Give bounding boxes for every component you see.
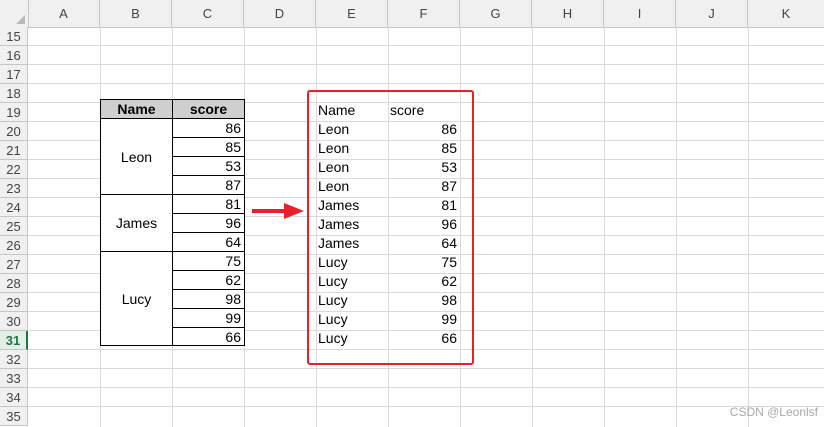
row-header[interactable]: 18 bbox=[0, 84, 28, 103]
row-header[interactable]: 19 bbox=[0, 103, 28, 122]
left-table-merged-name-lucy[interactable]: Lucy bbox=[100, 251, 173, 346]
merged-name-label: Leon bbox=[120, 148, 153, 165]
left-table-score-cell[interactable]: 85 bbox=[172, 137, 245, 157]
left-table-score-cell[interactable]: 62 bbox=[172, 270, 245, 290]
select-all-icon bbox=[16, 15, 25, 24]
column-header-j[interactable]: J bbox=[676, 0, 748, 27]
row-header[interactable]: 35 bbox=[0, 407, 28, 426]
merged-name-label: James bbox=[115, 215, 158, 231]
select-all-corner[interactable] bbox=[0, 0, 29, 27]
left-table-header-name[interactable]: Name bbox=[100, 99, 173, 119]
row-header[interactable]: 16 bbox=[0, 46, 28, 65]
row-header[interactable]: 29 bbox=[0, 293, 28, 312]
left-table-score-cell[interactable]: 99 bbox=[172, 308, 245, 328]
row-header[interactable]: 24 bbox=[0, 198, 28, 217]
grid-line bbox=[28, 45, 824, 46]
row-header-selected[interactable]: 31 bbox=[0, 331, 28, 350]
column-header-i[interactable]: I bbox=[604, 0, 676, 27]
column-header-h[interactable]: H bbox=[532, 0, 604, 27]
column-header-b[interactable]: B bbox=[100, 0, 172, 27]
column-header-k[interactable]: K bbox=[748, 0, 824, 27]
left-table-score-cell[interactable]: 53 bbox=[172, 156, 245, 176]
left-table-score-cell[interactable]: 86 bbox=[172, 118, 245, 138]
column-header-c[interactable]: C bbox=[172, 0, 244, 27]
highlight-box bbox=[307, 90, 474, 365]
left-table-score-cell[interactable]: 81 bbox=[172, 194, 245, 214]
row-header[interactable]: 34 bbox=[0, 388, 28, 407]
row-header[interactable]: 25 bbox=[0, 217, 28, 236]
merged-name-label: Lucy bbox=[121, 290, 152, 307]
row-header[interactable]: 20 bbox=[0, 122, 28, 141]
grid-line bbox=[28, 64, 824, 65]
left-table-score-cell[interactable]: 87 bbox=[172, 175, 245, 195]
left-table-score-cell[interactable]: 98 bbox=[172, 289, 245, 309]
column-header-f[interactable]: F bbox=[388, 0, 460, 27]
row-header[interactable]: 27 bbox=[0, 255, 28, 274]
row-header[interactable]: 23 bbox=[0, 179, 28, 198]
row-header[interactable]: 22 bbox=[0, 160, 28, 179]
left-table-merged-name-leon[interactable]: Leon bbox=[100, 118, 173, 195]
grid-line bbox=[676, 27, 677, 427]
row-header[interactable]: 33 bbox=[0, 369, 28, 388]
right-arrow-icon bbox=[252, 203, 304, 219]
column-header-a[interactable]: A bbox=[28, 0, 100, 27]
watermark: CSDN @Leonlsf bbox=[729, 405, 818, 419]
grid-line bbox=[748, 27, 749, 427]
row-header[interactable]: 17 bbox=[0, 65, 28, 84]
grid-line bbox=[28, 406, 824, 407]
grid-line bbox=[604, 27, 605, 427]
left-table-score-cell[interactable]: 96 bbox=[172, 213, 245, 233]
column-header-e[interactable]: E bbox=[316, 0, 388, 27]
row-header[interactable]: 15 bbox=[0, 27, 28, 46]
grid-line bbox=[28, 83, 824, 84]
row-header[interactable]: 28 bbox=[0, 274, 28, 293]
left-table-merged-name-james[interactable]: James bbox=[100, 194, 173, 252]
column-header-d[interactable]: D bbox=[244, 0, 316, 27]
left-table-score-cell[interactable]: 66 bbox=[172, 327, 245, 346]
row-header[interactable]: 21 bbox=[0, 141, 28, 160]
row-header[interactable]: 32 bbox=[0, 350, 28, 369]
column-header-g[interactable]: G bbox=[460, 0, 532, 27]
grid-line bbox=[28, 368, 824, 369]
row-header[interactable]: 30 bbox=[0, 312, 28, 331]
column-header-bar: A B C D E F G H I J K bbox=[0, 0, 824, 28]
left-table-header-score[interactable]: score bbox=[172, 99, 245, 119]
spreadsheet: A B C D E F G H I J K 15 16 17 18 19 20 … bbox=[0, 0, 824, 427]
left-table-score-cell[interactable]: 75 bbox=[172, 251, 245, 271]
grid-line bbox=[28, 387, 824, 388]
row-header[interactable]: 26 bbox=[0, 236, 28, 255]
left-table-score-cell[interactable]: 64 bbox=[172, 232, 245, 252]
grid-line bbox=[532, 27, 533, 427]
